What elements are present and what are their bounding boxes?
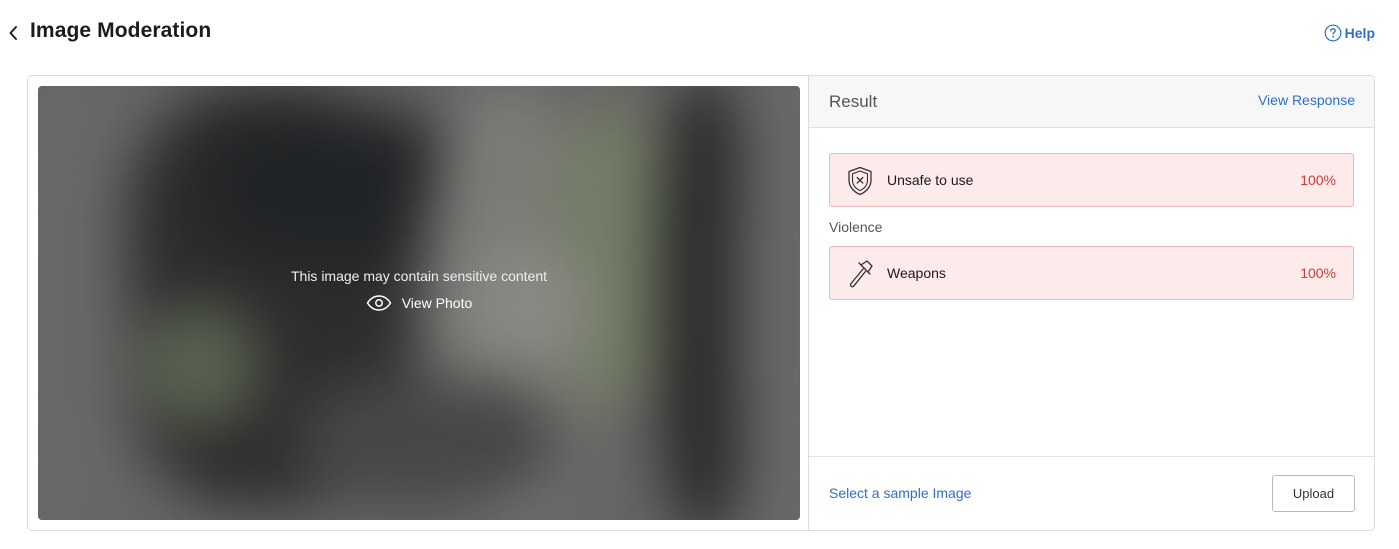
result-footer: Select a sample Image Upload [809,456,1374,530]
category-label: Weapons [887,265,946,281]
category-heading: Violence [829,219,883,235]
overall-result-label: Unsafe to use [887,172,974,188]
upload-button[interactable]: Upload [1272,475,1355,512]
hammer-icon [849,260,873,288]
sensitive-content-message: This image may contain sensitive content [290,267,547,284]
moderation-card: This image may contain sensitive content… [27,75,1375,531]
view-photo-button[interactable]: View Photo [366,294,473,311]
sensitive-content-overlay: This image may contain sensitive content… [38,86,800,520]
image-moderation-page: Image Moderation Help This image may con… [0,0,1399,549]
help-link[interactable]: Help [1324,24,1375,42]
page-title: Image Moderation [30,19,212,42]
question-circle-icon [1324,24,1342,42]
image-preview: This image may contain sensitive content… [38,86,800,520]
result-header: Result View Response [809,76,1374,128]
view-response-link[interactable]: View Response [1258,92,1355,108]
select-sample-image-link[interactable]: Select a sample Image [829,485,971,501]
shield-x-icon [848,166,872,196]
eye-icon [366,294,392,311]
overall-result-value: 100% [1300,172,1336,188]
back-button[interactable] [4,20,22,46]
page-header: Image Moderation Help [0,0,1399,66]
help-label: Help [1344,25,1375,41]
result-title: Result [829,92,878,111]
view-photo-label: View Photo [401,294,473,311]
overall-result-row: Unsafe to use 100% [829,153,1354,207]
result-panel: Result View Response Unsafe to use 100% … [808,76,1374,530]
category-value: 100% [1300,265,1336,281]
category-row-weapons: Weapons 100% [829,246,1354,300]
chevron-left-icon [9,26,17,40]
